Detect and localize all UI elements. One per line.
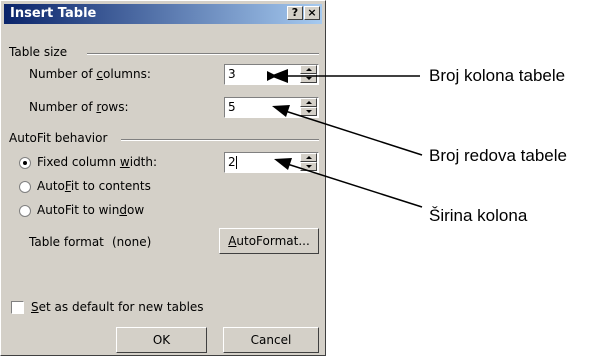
columns-annotation: Broj kolona tabele xyxy=(429,66,566,85)
callout-arrows xyxy=(267,69,423,208)
columns-arrowhead-icon xyxy=(270,69,288,83)
width-arrow xyxy=(280,161,423,208)
rows-annotation: Broj redova tabele xyxy=(429,146,567,165)
width-annotation: Širina kolona xyxy=(429,206,528,225)
rows-arrow xyxy=(278,108,423,156)
rows-arrowhead-icon xyxy=(272,105,290,117)
width-arrowhead-icon xyxy=(274,158,292,170)
